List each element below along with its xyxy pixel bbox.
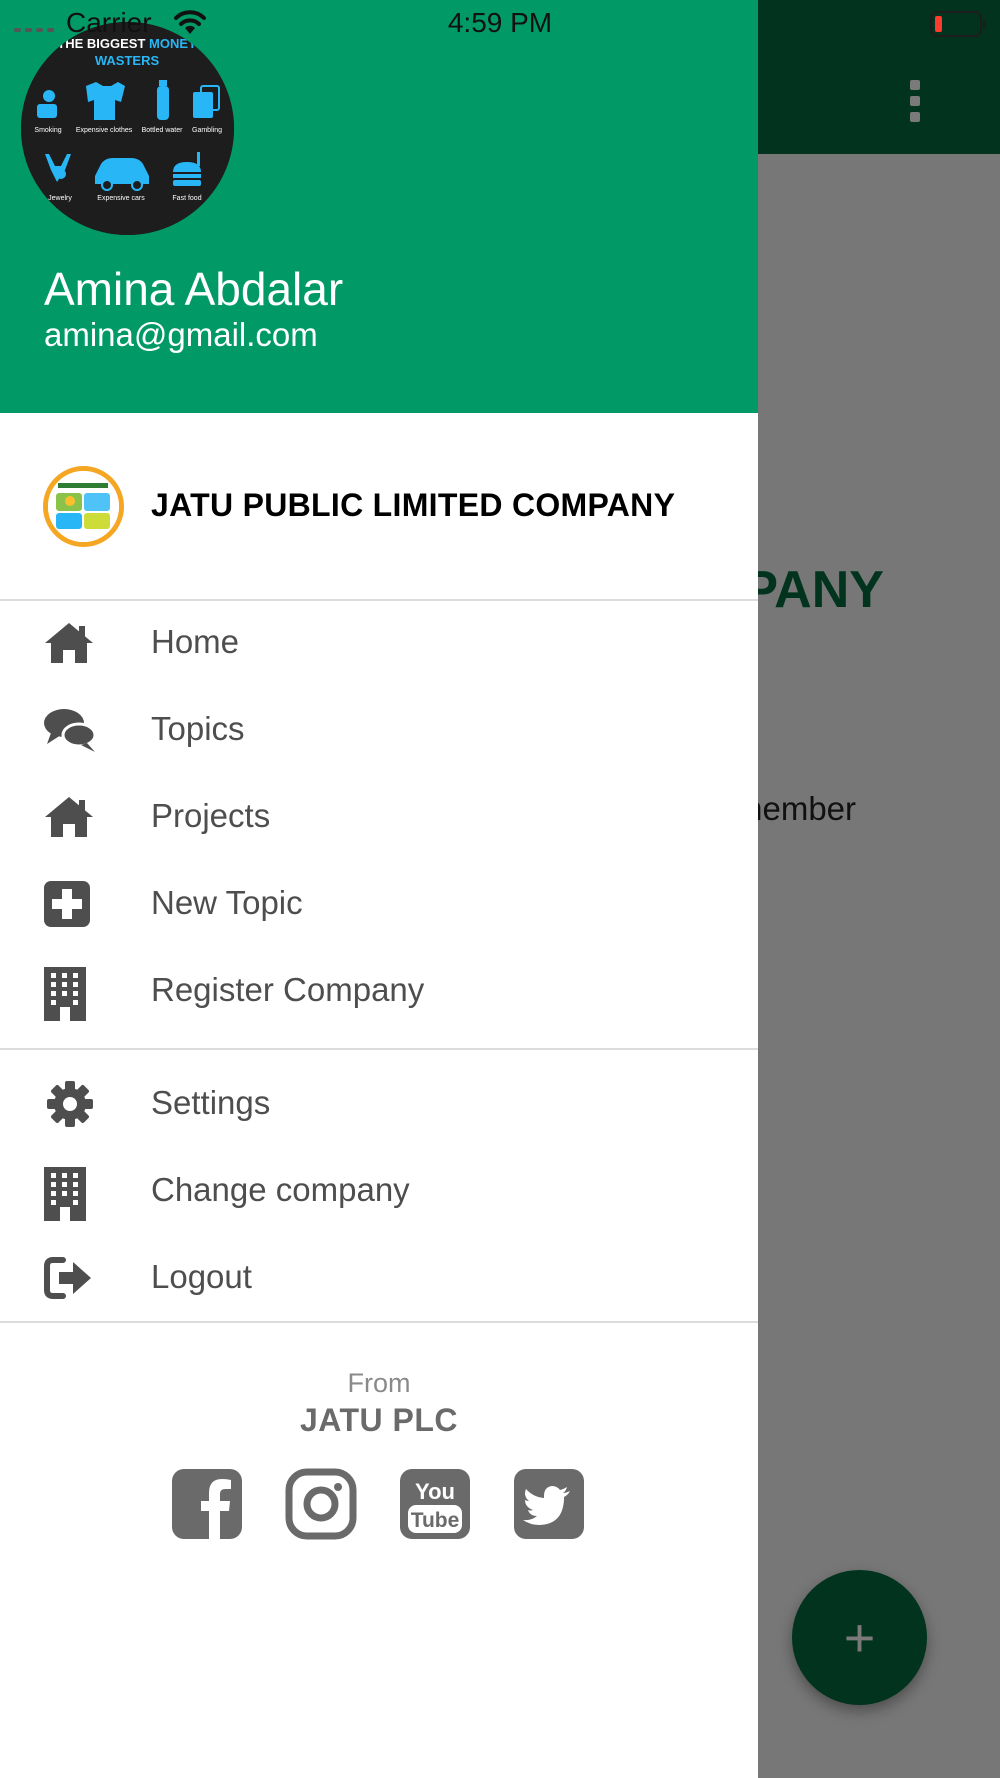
building-icon [43, 1167, 97, 1221]
drawer-divider [0, 1321, 758, 1323]
menu-label-projects: Projects [151, 797, 271, 834]
instagram-icon[interactable] [284, 1467, 358, 1541]
navigation-drawer: THE BIGGEST MONEY WASTERS Smoking Expens… [0, 0, 758, 1778]
building-icon [43, 967, 97, 1021]
user-name: Amina Abdalar [44, 263, 344, 315]
company-selector[interactable]: JATU PUBLIC LIMITED COMPANY [0, 413, 758, 599]
menu-label-change-company: Change company [151, 1171, 410, 1208]
facebook-icon[interactable] [170, 1467, 244, 1541]
drawer-header: THE BIGGEST MONEY WASTERS Smoking Expens… [0, 0, 758, 413]
menu-label-new-topic: New Topic [151, 884, 303, 921]
avatar-label-jewelry: Jewelry [48, 195, 72, 202]
drawer-divider [0, 599, 758, 601]
youtube-icon[interactable]: You Tube [398, 1467, 472, 1541]
home-icon [43, 793, 97, 841]
svg-text:You: You [415, 1479, 455, 1504]
add-fab-button: + [792, 1570, 927, 1705]
menu-item-projects[interactable]: Projects [0, 777, 758, 857]
company-name: JATU PUBLIC LIMITED COMPANY [151, 487, 676, 523]
menu-label-logout: Logout [151, 1258, 252, 1295]
avatar-label-clothes: Expensive clothes [76, 127, 133, 134]
footer-brand: JATU PLC [299, 1402, 459, 1438]
menu-item-settings[interactable]: Settings [0, 1064, 758, 1144]
user-email: amina@gmail.com [44, 316, 318, 353]
status-bar: Carrier 4:59 PM [0, 0, 1000, 46]
menu-label-settings: Settings [151, 1084, 271, 1121]
twitter-icon[interactable] [512, 1467, 586, 1541]
avatar-label-cars: Expensive cars [97, 195, 145, 202]
avatar-label-water: Bottled water [142, 127, 184, 134]
menu-item-register-company[interactable]: Register Company [0, 951, 758, 1031]
plus-square-icon [43, 880, 97, 928]
drawer-divider [0, 1048, 758, 1050]
gear-icon [43, 1080, 97, 1128]
menu-label-register-company: Register Company [151, 971, 425, 1008]
profile-avatar[interactable]: THE BIGGEST MONEY WASTERS Smoking Expens… [21, 22, 234, 235]
avatar-headline-3: WASTERS [95, 53, 160, 68]
svg-text:Jewelry Expensive ca: Jewelry Expensive cars Fast food [48, 195, 202, 202]
status-time: 4:59 PM [447, 7, 553, 38]
menu-item-topics[interactable]: Topics [0, 690, 758, 770]
menu-item-home[interactable]: Home [0, 603, 758, 683]
logout-icon [43, 1254, 97, 1302]
menu-label-home: Home [151, 623, 240, 660]
home-icon [43, 619, 97, 667]
avatar-label-gambling: Gambling [192, 127, 222, 134]
menu-item-logout[interactable]: Logout [0, 1238, 758, 1318]
battery-icon [930, 11, 986, 37]
menu-item-change-company[interactable]: Change company [0, 1151, 758, 1231]
footer-from-label: From [347, 1368, 411, 1398]
chat-icon [43, 706, 97, 754]
menu-item-new-topic[interactable]: New Topic [0, 864, 758, 944]
more-vert-icon [908, 80, 922, 122]
svg-text:Smoking Expensive cl: Smoking Expensive clothes Bottled water … [34, 127, 222, 134]
svg-text:Tube: Tube [411, 1509, 460, 1532]
avatar-label-smoking: Smoking [34, 127, 61, 134]
company-logo [43, 466, 124, 547]
avatar-label-fastfood: Fast food [172, 195, 201, 202]
menu-label-topics: Topics [151, 710, 245, 747]
